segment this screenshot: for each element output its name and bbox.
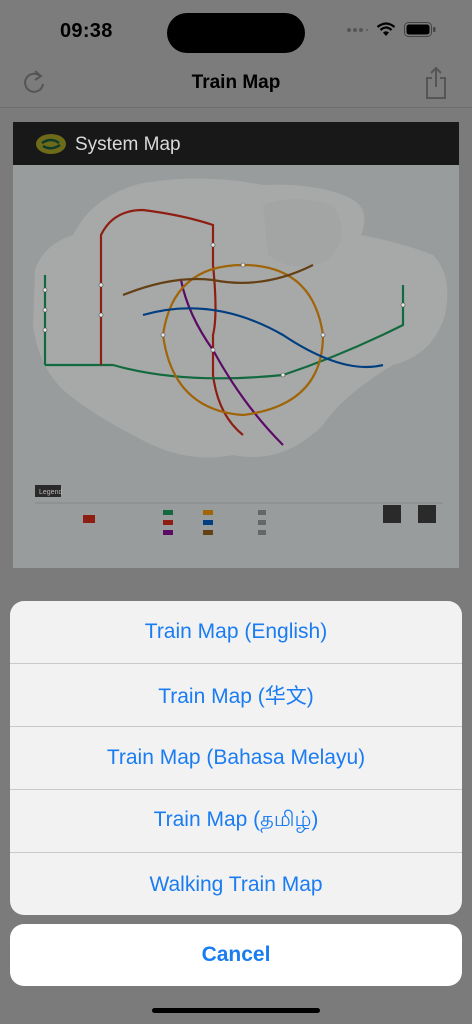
- signal-icon: [347, 27, 368, 32]
- map-header: System Map: [13, 122, 459, 165]
- action-sheet: Train Map (English) Train Map (华文) Train…: [10, 601, 462, 915]
- wifi-icon: [376, 22, 396, 36]
- option-train-map-tamil[interactable]: Train Map (தமிழ்): [10, 790, 462, 853]
- map-title: System Map: [75, 134, 181, 155]
- dynamic-island: [167, 13, 305, 53]
- share-icon[interactable]: [424, 66, 448, 100]
- nav-bar: Train Map: [0, 62, 472, 108]
- home-indicator[interactable]: [152, 1008, 320, 1013]
- battery-icon: [404, 22, 436, 37]
- page-title: Train Map: [191, 72, 281, 93]
- option-train-map-malay[interactable]: Train Map (Bahasa Melayu): [10, 727, 462, 790]
- cancel-button[interactable]: Cancel: [10, 924, 462, 986]
- status-icons: [346, 22, 436, 37]
- option-walking-train-map[interactable]: Walking Train Map: [10, 853, 462, 915]
- system-map-image[interactable]: System Map Legend: [13, 122, 459, 568]
- status-bar: 09:38: [0, 0, 472, 62]
- sg-transit-logo-icon: [36, 134, 66, 154]
- option-train-map-english[interactable]: Train Map (English): [10, 601, 462, 664]
- train-map-graphic: Legend: [13, 165, 459, 568]
- option-train-map-chinese[interactable]: Train Map (华文): [10, 664, 462, 727]
- status-time: 09:38: [60, 20, 113, 42]
- map-legend-label: Legend: [39, 489, 62, 496]
